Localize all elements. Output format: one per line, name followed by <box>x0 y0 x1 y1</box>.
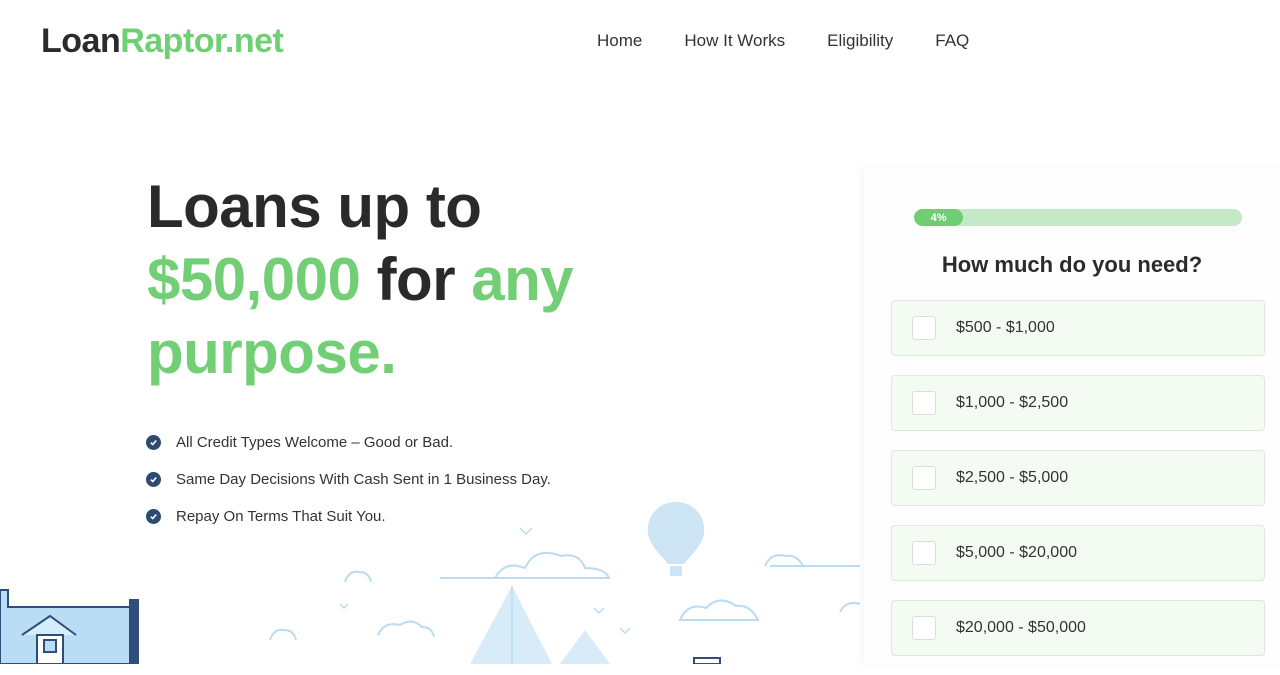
hero-heading: Loans up to $50,000 for any purpose. <box>147 170 747 389</box>
hero-for: for <box>377 246 455 313</box>
amount-option-5000-20000[interactable]: $5,000 - $20,000 <box>891 525 1265 581</box>
form-question: How much do you need? <box>864 252 1280 278</box>
option-label: $1,000 - $2,500 <box>956 394 1068 412</box>
checkbox-icon[interactable] <box>912 616 936 640</box>
checkbox-icon[interactable] <box>912 391 936 415</box>
hero-amount: $50,000 <box>147 246 360 313</box>
option-label: $2,500 - $5,000 <box>956 469 1068 487</box>
amount-option-20000-50000[interactable]: $20,000 - $50,000 <box>891 600 1265 656</box>
option-label: $500 - $1,000 <box>956 319 1055 337</box>
logo-text-loan: Loan <box>41 22 120 60</box>
check-circle-icon <box>146 435 161 450</box>
hero: Loans up to $50,000 for any purpose. <box>147 170 747 389</box>
hero-purpose: purpose. <box>147 319 396 386</box>
progress-fill: 4% <box>914 209 963 226</box>
progress-bar: 4% <box>914 209 1242 226</box>
amount-option-1000-2500[interactable]: $1,000 - $2,500 <box>891 375 1265 431</box>
list-item: All Credit Types Welcome – Good or Bad. <box>146 424 551 461</box>
benefit-text: Same Day Decisions With Cash Sent in 1 B… <box>176 471 551 488</box>
nav-faq[interactable]: FAQ <box>935 31 969 51</box>
hero-line1: Loans up to <box>147 173 481 240</box>
logo-text-raptor: Raptor.net <box>120 22 283 60</box>
nav-eligibility[interactable]: Eligibility <box>827 31 893 51</box>
amount-option-2500-5000[interactable]: $2,500 - $5,000 <box>891 450 1265 506</box>
hero-any: any <box>471 246 573 313</box>
option-label: $5,000 - $20,000 <box>956 544 1077 562</box>
nav-how-it-works[interactable]: How It Works <box>684 31 785 51</box>
landscape-illustration <box>0 490 870 664</box>
site-logo[interactable]: LoanRaptor.net <box>41 22 283 61</box>
nav-home[interactable]: Home <box>597 31 642 51</box>
amount-options: $500 - $1,000 $1,000 - $2,500 $2,500 - $… <box>891 300 1265 675</box>
checkbox-icon[interactable] <box>912 541 936 565</box>
checkbox-icon[interactable] <box>912 466 936 490</box>
check-circle-icon <box>146 472 161 487</box>
benefit-text: All Credit Types Welcome – Good or Bad. <box>176 434 453 451</box>
loan-form-panel: 4% How much do you need? $500 - $1,000 $… <box>864 168 1280 664</box>
checkbox-icon[interactable] <box>912 316 936 340</box>
amount-option-500-1000[interactable]: $500 - $1,000 <box>891 300 1265 356</box>
option-label: $20,000 - $50,000 <box>956 619 1086 637</box>
main-nav: Home How It Works Eligibility FAQ <box>597 31 969 51</box>
